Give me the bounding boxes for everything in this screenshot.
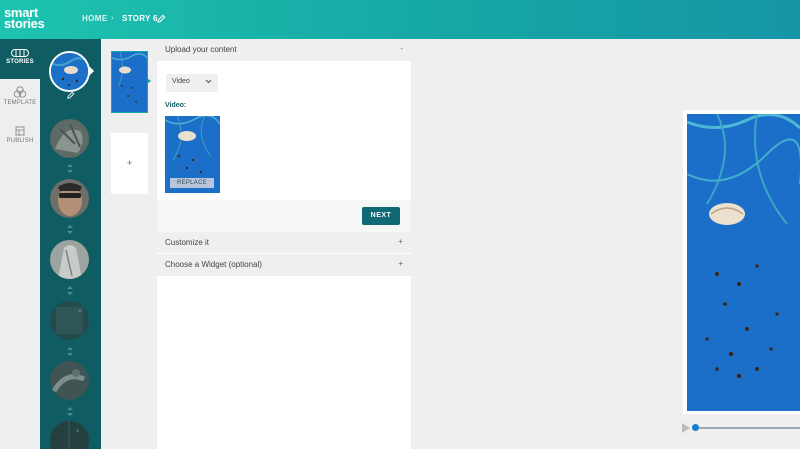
slides-column: + (101, 39, 157, 449)
story-thumbnail[interactable] (50, 119, 89, 158)
accordion-widget[interactable]: Choose a Widget (optional) + (157, 254, 411, 276)
accordion-customize-title: Customize it (165, 238, 210, 247)
nav-publish[interactable]: PUBLISH (0, 126, 40, 144)
active-slide-indicator (147, 78, 151, 84)
logo-line2: stories (4, 16, 45, 31)
collapse-icon[interactable]: - (400, 44, 403, 53)
preview-image (687, 114, 800, 411)
nav-publish-label: PUBLISH (6, 138, 34, 144)
top-bar: smart stories HOME › STORY 6 (0, 0, 800, 39)
active-story-arrow (89, 66, 94, 76)
stories-icon (11, 49, 29, 57)
slide-thumbnail-active[interactable] (111, 51, 148, 113)
accordion-customize[interactable]: Customize it + (157, 232, 411, 254)
story-thumbnail-active[interactable] (49, 51, 90, 92)
story-preview (683, 110, 800, 414)
reorder-icon[interactable] (67, 286, 73, 295)
left-nav: STORIES TEMPLATE PUBLISH (0, 39, 40, 449)
svg-text:×: × (76, 429, 80, 435)
content-type-select[interactable]: Video (166, 74, 218, 92)
add-slide-button[interactable]: + (111, 133, 148, 194)
breadcrumb-current: STORY 6 (122, 14, 158, 23)
edit-icon[interactable] (157, 14, 166, 23)
nav-template[interactable]: TEMPLATE (0, 86, 40, 106)
reorder-icon[interactable] (67, 225, 73, 234)
next-bar: NEXT (157, 200, 411, 232)
story-thumbnail[interactable] (50, 179, 89, 218)
breadcrumb-separator: › (111, 13, 114, 22)
video-thumbnail: REPLACE (165, 116, 220, 193)
video-scrubber[interactable] (694, 427, 800, 429)
next-button[interactable]: NEXT (362, 207, 400, 225)
nav-stories[interactable]: STORIES (0, 39, 40, 79)
story-thumbnail[interactable]: × (50, 421, 89, 449)
logo[interactable]: smart stories (4, 6, 45, 31)
breadcrumb-home[interactable]: HOME (82, 14, 108, 23)
story-thumbnail[interactable] (50, 361, 89, 400)
chevron-down-icon (205, 79, 212, 84)
nav-template-label: TEMPLATE (3, 100, 37, 106)
expand-icon[interactable]: + (398, 259, 403, 268)
replace-button[interactable]: REPLACE (170, 178, 214, 188)
svg-text:×: × (78, 309, 82, 315)
reorder-icon[interactable] (67, 347, 73, 356)
editor-panel: Upload your content - Video Video: REPLA… (157, 39, 411, 449)
accordion-upload-content[interactable]: Upload your content - (157, 39, 411, 61)
scrubber-handle[interactable] (692, 424, 699, 431)
accordion-upload-title: Upload your content (165, 45, 237, 54)
play-icon[interactable] (682, 423, 690, 433)
expand-icon[interactable]: + (398, 237, 403, 246)
publish-icon (15, 126, 25, 136)
template-icon (13, 86, 27, 98)
story-rail: × × (40, 39, 101, 449)
reorder-icon[interactable] (67, 407, 73, 416)
nav-stories-label: STORIES (6, 59, 34, 65)
edit-icon[interactable] (67, 91, 75, 99)
video-label: Video: (165, 102, 187, 109)
story-thumbnail[interactable] (50, 240, 89, 279)
story-thumbnail[interactable]: × (50, 301, 89, 340)
accordion-widget-title: Choose a Widget (optional) (165, 260, 262, 269)
content-type-value: Video (172, 78, 190, 85)
reorder-icon[interactable] (67, 164, 73, 173)
